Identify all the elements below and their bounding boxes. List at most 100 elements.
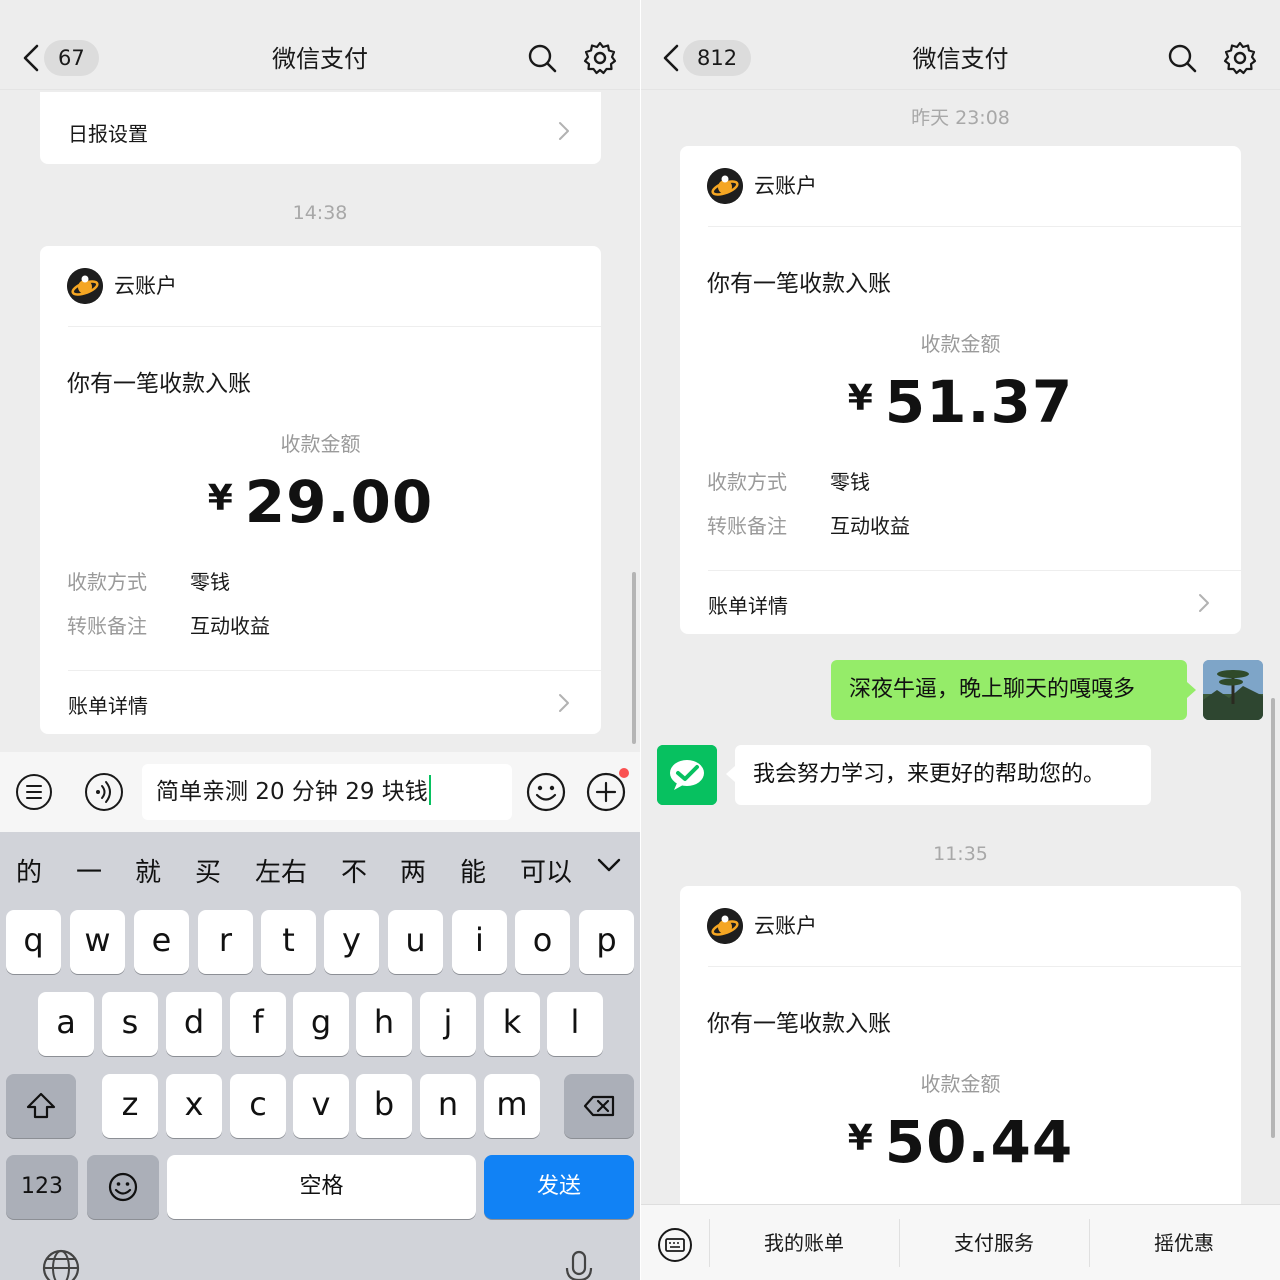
divider	[68, 326, 601, 327]
candidate-bar: 的 一 就 买 左右 不 两 能 可以	[0, 832, 640, 904]
method-value: 零钱	[830, 470, 870, 494]
their-message-bubble[interactable]: 我会努力学习，来更好的帮助您的。	[735, 745, 1151, 805]
send-button[interactable]: 发送	[484, 1155, 634, 1219]
amount-label: 收款金额	[920, 1072, 1001, 1096]
candidate-item[interactable]: 买	[195, 852, 221, 889]
bill-detail-link[interactable]: 账单详情	[708, 590, 1213, 619]
payment-card[interactable]: 云账户 你有一笔收款入账 收款金额 ¥51.37 收款方式 零钱 转账备注 互动…	[680, 146, 1241, 634]
divider	[708, 570, 1241, 571]
emoji-key[interactable]	[87, 1155, 159, 1219]
amount-value: 51.37	[884, 368, 1074, 436]
menu-shake-offers[interactable]: 摇优惠	[1089, 1205, 1279, 1280]
note-value: 互动收益	[830, 514, 910, 538]
menu-my-bills[interactable]: 我的账单	[709, 1205, 899, 1280]
account-name: 云账户	[754, 174, 817, 198]
key-j[interactable]: j	[420, 992, 476, 1056]
key-p[interactable]: p	[579, 910, 634, 974]
gear-icon[interactable]	[582, 40, 618, 76]
key-c[interactable]: c	[230, 1074, 286, 1138]
space-key[interactable]: 空格	[167, 1155, 476, 1219]
key-q[interactable]: q	[6, 910, 61, 974]
payment-amount: ¥29.00	[40, 468, 601, 536]
key-v[interactable]: v	[293, 1074, 349, 1138]
candidate-item[interactable]: 可以	[520, 852, 572, 889]
key-f[interactable]: f	[230, 992, 286, 1056]
voice-icon[interactable]	[82, 770, 126, 814]
globe-icon[interactable]	[41, 1248, 81, 1280]
key-e[interactable]: e	[134, 910, 189, 974]
key-o[interactable]: o	[515, 910, 570, 974]
key-y[interactable]: y	[324, 910, 379, 974]
payment-card[interactable]: 云账户 你有一笔收款入账 收款金额 ¥29.00 收款方式 零钱 转账备注 互动…	[40, 246, 601, 734]
cloud-account-logo-icon	[707, 168, 743, 204]
my-message-bubble[interactable]: 深夜牛逼，晚上聊天的嘎嘎多	[831, 660, 1187, 720]
key-i[interactable]: i	[452, 910, 507, 974]
key-m[interactable]: m	[484, 1074, 540, 1138]
key-d[interactable]: d	[166, 992, 222, 1056]
key-x[interactable]: x	[166, 1074, 222, 1138]
note-key: 转账备注	[707, 514, 787, 538]
candidate-item[interactable]: 左右	[255, 852, 307, 889]
chevron-right-icon	[553, 692, 575, 714]
scrollbar[interactable]	[1271, 698, 1275, 1138]
account-name: 云账户	[114, 274, 177, 298]
key-s[interactable]: s	[102, 992, 158, 1056]
payment-card[interactable]: 云账户 你有一笔收款入账 收款金额 ¥50.44	[680, 886, 1241, 1216]
keyboard-icon[interactable]	[657, 1227, 693, 1263]
method-key: 收款方式	[67, 570, 147, 594]
scrollbar[interactable]	[632, 572, 636, 744]
key-r[interactable]: r	[198, 910, 253, 974]
mic-icon[interactable]	[559, 1248, 599, 1280]
menu-pay-service[interactable]: 支付服务	[899, 1205, 1089, 1280]
divider	[68, 670, 601, 671]
account-name: 云账户	[754, 914, 817, 938]
text-caret	[428, 775, 431, 805]
numbers-key[interactable]: 123	[6, 1155, 78, 1219]
divider	[708, 226, 1241, 227]
nav-bar: 812 微信支付	[641, 0, 1280, 90]
key-u[interactable]: u	[388, 910, 443, 974]
key-a[interactable]: a	[38, 992, 94, 1056]
key-w[interactable]: w	[70, 910, 125, 974]
key-t[interactable]: t	[261, 910, 316, 974]
list-icon[interactable]	[12, 770, 56, 814]
key-h[interactable]: h	[356, 992, 412, 1056]
backspace-icon	[583, 1095, 615, 1117]
cloud-account-logo-icon	[707, 908, 743, 944]
chat-input-bar: 简单亲测 20 分钟 29 块钱	[0, 752, 640, 832]
candidate-item[interactable]: 的	[16, 852, 42, 889]
key-k[interactable]: k	[484, 992, 540, 1056]
note-key: 转账备注	[67, 614, 147, 638]
candidate-item[interactable]: 不	[341, 852, 367, 889]
payment-notice: 你有一笔收款入账	[707, 271, 891, 297]
chevron-down-icon[interactable]	[596, 852, 622, 878]
daily-report-label: 日报设置	[68, 122, 148, 146]
search-icon[interactable]	[1164, 40, 1200, 76]
message-input[interactable]: 简单亲测 20 分钟 29 块钱	[142, 764, 512, 820]
daily-report-card[interactable]: 日报设置	[40, 92, 601, 164]
backspace-key[interactable]	[564, 1074, 634, 1138]
cloud-account-logo-icon	[67, 268, 103, 304]
emoji-icon[interactable]	[524, 770, 568, 814]
bubble-tail	[726, 766, 735, 782]
notification-dot	[619, 768, 629, 778]
candidate-item[interactable]: 一	[76, 852, 102, 889]
candidate-item[interactable]: 能	[460, 852, 486, 889]
shift-key[interactable]	[6, 1074, 76, 1138]
method-value: 零钱	[190, 570, 230, 594]
search-icon[interactable]	[524, 40, 560, 76]
candidate-item[interactable]: 两	[400, 852, 426, 889]
payment-notice: 你有一笔收款入账	[67, 371, 251, 397]
candidate-item[interactable]: 就	[135, 852, 161, 889]
key-g[interactable]: g	[293, 992, 349, 1056]
wechat-pay-icon[interactable]	[657, 745, 717, 805]
gear-icon[interactable]	[1222, 40, 1258, 76]
payment-notice: 你有一笔收款入账	[707, 1011, 891, 1037]
key-b[interactable]: b	[356, 1074, 412, 1138]
my-avatar[interactable]	[1203, 660, 1263, 720]
message-timestamp: 14:38	[292, 202, 348, 224]
key-z[interactable]: z	[102, 1074, 158, 1138]
key-n[interactable]: n	[420, 1074, 476, 1138]
key-l[interactable]: l	[547, 992, 603, 1056]
bill-detail-link[interactable]: 账单详情	[68, 690, 573, 719]
